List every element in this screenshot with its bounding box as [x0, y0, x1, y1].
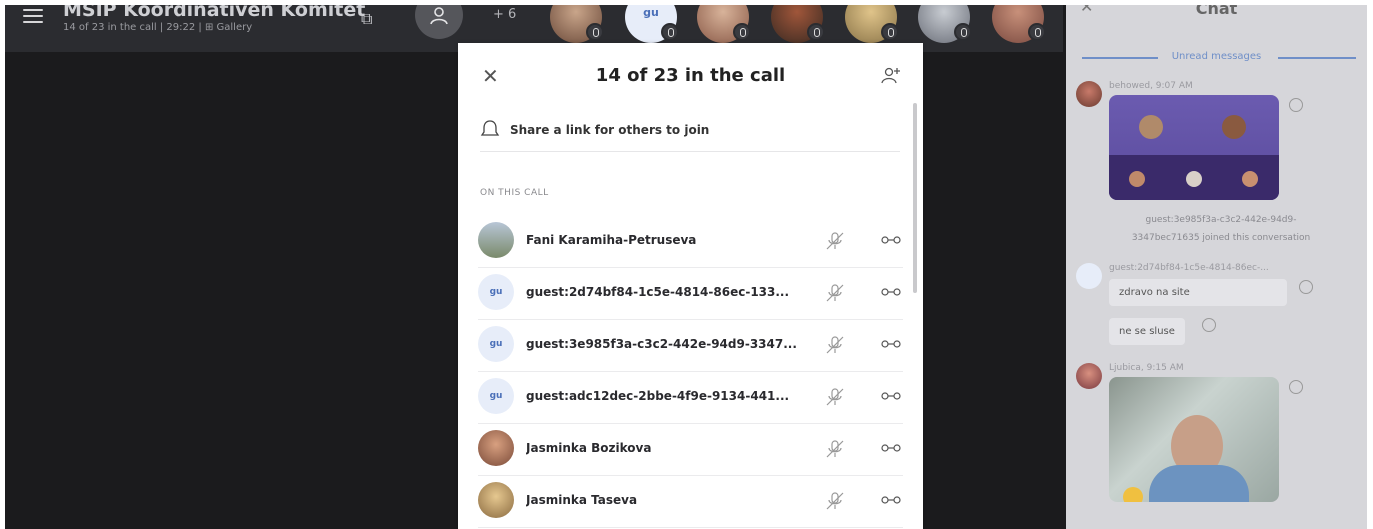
- more-icon[interactable]: [880, 235, 902, 245]
- participant-thumb[interactable]: [918, 5, 972, 43]
- mic-off-icon: [807, 23, 825, 41]
- mic-off-icon[interactable]: [824, 386, 846, 408]
- avatar: gu: [478, 326, 514, 362]
- system-message-line: 3347bec71635 joined this conversation: [1131, 233, 1311, 243]
- scrollbar[interactable]: [913, 103, 917, 293]
- more-icon[interactable]: [880, 287, 902, 297]
- participant-name: Jasminka Taseva: [526, 493, 638, 507]
- people-icon: [430, 7, 448, 25]
- more-icon[interactable]: [880, 495, 902, 505]
- pip-icon[interactable]: ⧉: [361, 9, 372, 29]
- participants-panel: ✕ 14 of 23 in the call Share a link for …: [458, 43, 923, 529]
- avatar: [1076, 81, 1102, 107]
- mic-off-icon[interactable]: [824, 282, 846, 304]
- meeting-subtitle: 14 of 23 in the call | 29:22 | ⊞ Gallery: [63, 22, 253, 33]
- avatar: [478, 430, 514, 466]
- participant-row[interactable]: Jasminka Taseva: [478, 475, 903, 528]
- message-meta: Ljubica, 9:15 AM: [1109, 363, 1184, 373]
- participant-row[interactable]: gu guest:3e985f3a-c3c2-442e-94d9-3347...: [478, 319, 903, 372]
- avatar: [1076, 363, 1102, 389]
- link-icon: [480, 120, 500, 136]
- participant-thumb[interactable]: [992, 5, 1046, 43]
- mic-off-icon: [733, 23, 751, 41]
- add-person-icon[interactable]: [881, 67, 901, 85]
- reaction-icon[interactable]: [1299, 280, 1313, 294]
- more-icon[interactable]: [880, 391, 902, 401]
- participant-name: Jasminka Bozikova: [526, 441, 652, 455]
- panel-title: 14 of 23 in the call: [595, 65, 786, 86]
- shared-image[interactable]: [1109, 95, 1279, 200]
- meeting-title: MSIP Koordinativen Komitet: [63, 5, 366, 21]
- system-message: guest:3e985f3a-c3c2-442e-94d9- 3347bec71…: [1086, 211, 1356, 247]
- chat-title: Chat: [1195, 5, 1238, 18]
- mic-off-icon[interactable]: [824, 490, 846, 512]
- chat-panel: ✕ Chat Unread messages behowed, 9:07 AM …: [1066, 5, 1367, 529]
- menu-icon[interactable]: [23, 9, 43, 23]
- participant-thumb[interactable]: [845, 5, 899, 43]
- mic-off-icon[interactable]: [824, 438, 846, 460]
- mic-off-icon[interactable]: [824, 230, 846, 252]
- participant-thumb[interactable]: [550, 5, 604, 43]
- participant-thumb[interactable]: [771, 5, 825, 43]
- share-link-row[interactable]: Share a link for others to join: [480, 117, 900, 152]
- emoji-icon: [1123, 487, 1143, 502]
- people-button[interactable]: [415, 5, 463, 39]
- participant-name: Fani Karamiha-Petruseva: [526, 233, 697, 247]
- guest-initials: gu: [643, 6, 659, 19]
- share-link-label: Share a link for others to join: [510, 123, 710, 137]
- mic-off-icon: [881, 23, 899, 41]
- message-bubble[interactable]: zdravo na site: [1109, 279, 1287, 306]
- message-bubble[interactable]: ne se sluse: [1109, 318, 1185, 345]
- avatar: gu: [478, 378, 514, 414]
- participant-name: guest:3e985f3a-c3c2-442e-94d9-3347...: [526, 337, 797, 351]
- message-meta: behowed, 9:07 AM: [1109, 81, 1193, 91]
- participant-row[interactable]: Fani Karamiha-Petruseva: [478, 215, 903, 268]
- participant-thumb[interactable]: [697, 5, 751, 43]
- reaction-icon[interactable]: [1202, 318, 1216, 332]
- mic-off-icon: [1028, 23, 1046, 41]
- section-label: ON THIS CALL: [480, 188, 549, 198]
- avatar: [478, 482, 514, 518]
- avatar: [478, 222, 514, 258]
- mic-off-icon[interactable]: [824, 334, 846, 356]
- reaction-icon[interactable]: [1289, 98, 1303, 112]
- system-message-line: guest:3e985f3a-c3c2-442e-94d9-: [1145, 215, 1297, 225]
- divider: [1278, 57, 1356, 59]
- mic-off-icon: [586, 23, 604, 41]
- participant-thumb-guest[interactable]: gu: [625, 5, 679, 43]
- call-window: MSIP Koordinativen Komitet 14 of 23 in t…: [5, 5, 1367, 529]
- participant-row[interactable]: Jasminka Bozikova: [478, 423, 903, 476]
- message-meta: guest:2d74bf84-1c5e-4814-86ec-...: [1109, 263, 1269, 273]
- more-icon[interactable]: [880, 339, 902, 349]
- shared-video[interactable]: [1109, 377, 1279, 502]
- participant-name: guest:2d74bf84-1c5e-4814-86ec-133...: [526, 285, 790, 299]
- participant-name: guest:adc12dec-2bbe-4f9e-9134-441...: [526, 389, 790, 403]
- reaction-icon[interactable]: [1289, 380, 1303, 394]
- mic-off-icon: [954, 23, 972, 41]
- participant-row[interactable]: gu guest:2d74bf84-1c5e-4814-86ec-133...: [478, 267, 903, 320]
- more-participants-count[interactable]: + 6: [493, 7, 516, 22]
- avatar: gu: [478, 274, 514, 310]
- participant-row[interactable]: gu guest:adc12dec-2bbe-4f9e-9134-441...: [478, 371, 903, 424]
- more-icon[interactable]: [880, 443, 902, 453]
- mic-off-icon: [661, 23, 679, 41]
- avatar: [1076, 263, 1102, 289]
